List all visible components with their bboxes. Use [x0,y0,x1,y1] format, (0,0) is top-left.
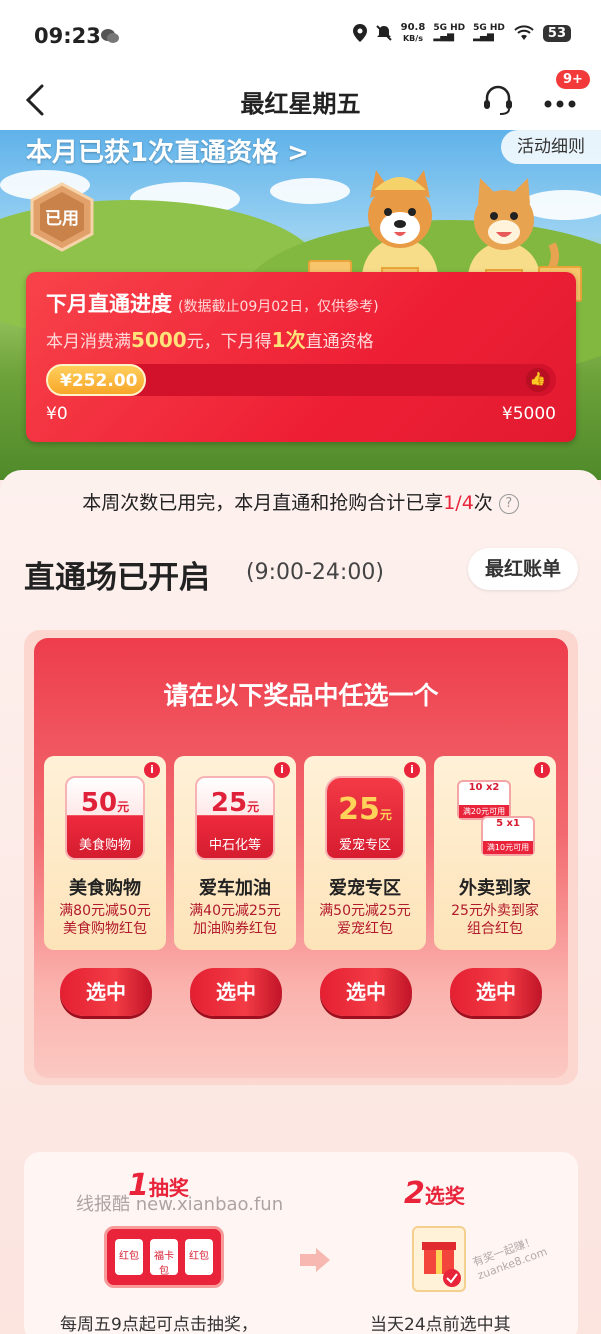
network-speed: 90.8 KB/s [400,22,426,43]
wifi-icon [514,25,534,40]
mute-icon [375,25,392,41]
select-button-fuel[interactable]: 选中 [190,968,282,1016]
prize-desc: 满50元减25元 [319,903,411,919]
arrow-right-icon [300,1248,330,1272]
thumbs-up-icon: 👍 [526,368,550,392]
help-icon[interactable]: ? [498,494,519,514]
progress-card: 下月直通进度 (数据截止09月02日，仅供参考) 本月消费满5000元，下月得1次… [26,272,576,442]
lottery-machine-image: 红包 福卡包 红包 [104,1226,224,1288]
progress-rule: 本月消费满5000元，下月得1次直通资格 [46,328,374,352]
progress-title: 下月直通进度 (数据截止09月02日，仅供参考) [46,292,379,316]
pet-coupon-image: 25元 爱宠专区 [325,776,405,860]
notification-badge: 9+ [556,70,590,89]
progress-bar-fill: ¥252.00 [46,364,146,396]
step-1-description: 每周五9点起可点击抽奖， [60,1315,258,1334]
watermark-text: 线报酷 new.xianbao.fun [76,1194,284,1215]
signal-2: 5G HD ▂▄▆ [473,23,505,42]
step-2-description: 当天24点前选中其 [370,1315,511,1334]
prize-panel: 请在以下奖品中任选一个 i 50元 美食购物 美食购物 满80元减50元 美食购… [24,630,578,1085]
prize-item-fuel[interactable]: i 25元 中石化等 爱车加油 满40元减25元 加油购券红包 [174,756,296,950]
prize-desc: 爱宠红包 [337,921,393,937]
fuel-coupon-image: 25元 中石化等 [195,776,275,860]
steps-section: 1抽奖 2选奖 线报酷 new.xianbao.fun 红包 福卡包 红包 有奖… [24,1152,578,1334]
prize-item-food[interactable]: i 50元 美食购物 美食购物 满80元减50元 美食购物红包 [44,756,166,950]
delivery-coupon-image: 10 x2 满20元可用 5 x1 满10元可用 [455,776,535,860]
nav-bar: 最红星期五 9+ [0,70,601,130]
used-badge: 已用 [28,182,96,252]
info-icon[interactable]: i [144,762,160,778]
prize-item-pet[interactable]: i 25元 爱宠专区 爱宠专区 满50元减25元 爱宠红包 [304,756,426,950]
activity-rules-button[interactable]: 活动细则 [501,130,601,164]
bill-button[interactable]: 最红账单 [468,548,578,590]
info-icon[interactable]: i [534,762,550,778]
customer-service-icon[interactable] [480,82,516,118]
watermark-text-2: 有奖一起赚！ zuanke8.com [470,1234,549,1283]
prize-card: 请在以下奖品中任选一个 i 50元 美食购物 美食购物 满80元减50元 美食购… [34,638,568,1078]
zone-title: 直通场已开启 [24,560,210,596]
select-button-food[interactable]: 选中 [60,968,152,1016]
qualification-title[interactable]: 本月已获1次直通资格 > [26,132,309,169]
main-content: 本周次数已用完，本月直通和抢购合计已享1/4次? 直通场已开启 (9:00-24… [0,470,601,1334]
progress-max-label: ¥5000 [501,404,556,424]
progress-current-value: ¥252.00 [60,371,138,391]
progress-min-label: ¥0 [46,404,68,424]
location-icon [352,24,367,42]
prize-desc: 美食购物红包 [63,921,147,937]
select-button-delivery[interactable]: 选中 [450,968,542,1016]
prize-desc: 加油购券红包 [193,921,277,937]
battery-indicator: 53 [542,24,571,42]
info-icon[interactable]: i [274,762,290,778]
prize-desc: 满40元减25元 [189,903,281,919]
zone-time: (9:00-24:00) [246,560,384,585]
status-time: 09:23 [34,24,101,48]
info-icon[interactable]: i [404,762,420,778]
prize-name: 美食购物 [69,878,141,899]
step-2-heading: 2选奖 [404,1176,465,1211]
hero-banner: 本月已获1次直通资格 > 活动细则 已用 下月直通进度 (数据截止09月02日，仅… [0,130,601,480]
prize-item-delivery[interactable]: i 10 x2 满20元可用 5 x1 满10元可用 外卖到家 25元外卖到家 … [434,756,556,950]
prize-desc: 满80元减50元 [59,903,151,919]
gift-box-image [412,1226,466,1292]
prize-heading: 请在以下奖品中任选一个 [163,681,439,710]
prize-desc: 25元外卖到家 [451,903,539,919]
weekly-usage-note: 本周次数已用完，本月直通和抢购合计已享1/4次? [0,488,601,515]
signal-1: 5G HD ▂▄▆ [433,23,466,42]
progress-bar: ¥252.00 👍 [46,364,556,396]
status-icons: 90.8 KB/s 5G HD ▂▄▆ 5G HD ▂▄▆ 53 [352,22,571,44]
prize-name: 爱宠专区 [329,878,401,899]
wechat-icon [100,28,120,48]
prize-desc: 组合红包 [467,921,523,937]
select-button-pet[interactable]: 选中 [320,968,412,1016]
food-coupon-image: 50元 美食购物 [65,776,145,860]
status-bar: 09:23 90.8 KB/s 5G HD ▂▄▆ 5G HD ▂▄▆ 53 [0,0,601,70]
prize-name: 爱车加油 [199,878,271,899]
prize-name: 外卖到家 [459,878,531,899]
